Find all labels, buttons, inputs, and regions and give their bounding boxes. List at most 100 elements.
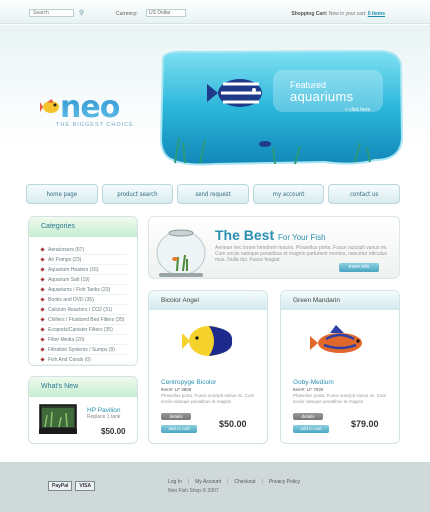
cart-label: Shopping Cart: xyxy=(291,11,328,17)
category-item[interactable]: Aquariums / Fish Tanks (23) xyxy=(40,285,127,295)
bullet-icon xyxy=(40,347,45,352)
logo-word: neo xyxy=(60,90,120,125)
category-list: Aeratorsers (67) Air Pumps (23) Aquarium… xyxy=(29,237,137,365)
category-item[interactable]: Air Pumps (23) xyxy=(40,255,127,265)
nav-product-search[interactable]: product search xyxy=(101,184,174,204)
fishbowl-image xyxy=(156,229,206,277)
payment-logos: PayPal VISA xyxy=(48,481,114,491)
whats-new-box: What's New HP Pavilion Replace 1 tank $5… xyxy=(28,376,138,444)
category-item[interactable]: Calcium Reactors / CO2 (31) xyxy=(40,305,127,315)
bullet-icon xyxy=(40,317,45,322)
product-category: Green Mandarin xyxy=(281,291,399,310)
category-item[interactable]: Aquarium Heaters (16) xyxy=(40,265,127,275)
bullet-icon xyxy=(40,327,45,332)
logo-fish-icon xyxy=(40,99,59,113)
bullet-icon xyxy=(40,357,45,362)
footer: PayPal VISA Log In | My Account | Checkout… xyxy=(0,462,430,512)
product-category: Bicolor Angel xyxy=(149,291,267,310)
bicolor-angel-image[interactable] xyxy=(164,321,254,361)
category-item[interactable]: Aeratorsers (67) xyxy=(40,245,127,255)
category-item[interactable]: Books and DVD (35) xyxy=(40,295,127,305)
category-label: Filter Media (20) xyxy=(48,336,85,343)
footer-link-my-account[interactable]: My Account xyxy=(195,479,221,485)
whats-new-product-sub: Replace 1 tank xyxy=(87,414,121,420)
category-label: Calcium Reactors / CO2 (31) xyxy=(48,306,113,313)
bullet-icon xyxy=(40,287,45,292)
category-label: Books and DVD (35) xyxy=(48,296,94,303)
cart-info: Shopping Cart: Now in your cart: 0 items xyxy=(291,11,385,17)
nav-contact-us[interactable]: contact us xyxy=(328,184,400,204)
best-text: Aenean nec lorem hendrerit mauris. Phase… xyxy=(215,245,388,263)
category-item[interactable]: Filtration Systems / Sumps (9) xyxy=(40,345,127,355)
banner-click-link[interactable]: » click here xyxy=(345,107,370,113)
whats-new-product-name[interactable]: HP Pavilion xyxy=(87,407,120,414)
category-item[interactable]: Ecopods/Canister Filters (35) xyxy=(40,325,127,335)
nav-send-request[interactable]: send request xyxy=(177,184,249,204)
footer-links: Log In | My Account | Checkout | Privacy Po… xyxy=(168,479,300,485)
search-input[interactable] xyxy=(29,9,74,17)
category-label: Fish And Corals (0) xyxy=(48,356,91,363)
footer-link-login[interactable]: Log In xyxy=(168,479,182,485)
nav-my-account[interactable]: my account xyxy=(252,184,325,204)
product-item-number: Item#: LF 7030 xyxy=(293,387,324,392)
main-nav: home page product search send request my… xyxy=(26,184,400,204)
product-price: $50.00 xyxy=(219,419,247,429)
bullet-icon xyxy=(40,257,45,262)
footer-link-privacy[interactable]: Privacy Policy xyxy=(269,479,300,485)
product-description: Phasellus porta. Fusce suscipit varius m… xyxy=(161,393,255,404)
paypal-logo: PayPal xyxy=(48,481,73,491)
category-label: Aeratorsers (67) xyxy=(48,246,85,253)
banner-title-line2: aquariums xyxy=(290,89,354,104)
category-label: Chillers / Fluidized Bed Filters (35) xyxy=(48,316,125,323)
whats-new-price: $50.00 xyxy=(101,427,126,436)
category-label: Aquarium Salt (19) xyxy=(48,276,90,283)
best-title-main: The Best xyxy=(215,227,275,243)
bullet-icon xyxy=(40,277,45,282)
aquarium-image[interactable] xyxy=(39,403,77,435)
category-item[interactable]: Aquarium Salt (19) xyxy=(40,275,127,285)
details-button[interactable]: details xyxy=(293,413,323,420)
visa-logo: VISA xyxy=(75,481,96,491)
add-to-cart-button[interactable]: add to cart xyxy=(161,425,197,433)
category-item[interactable]: Filter Media (20) xyxy=(40,335,127,345)
product-item-number: Item#: LF 3805 xyxy=(161,387,192,392)
currency-label: Currency: xyxy=(116,11,138,17)
product-name[interactable]: Goby-Medium xyxy=(293,379,334,386)
top-bar: Currency: US Dollar Shopping Cart: Now i… xyxy=(0,0,430,24)
product-card: Bicolor Angel Centropyge Bicolor Item#: … xyxy=(148,290,268,444)
bullet-icon xyxy=(40,247,45,252)
details-button[interactable]: details xyxy=(161,413,191,420)
copyright: Neo Fish Shop © 2007 xyxy=(168,488,219,494)
category-label: Filtration Systems / Sumps (9) xyxy=(48,346,115,353)
logo-tagline: THE BIGGEST CHOICE xyxy=(56,122,134,128)
bullet-icon xyxy=(40,297,45,302)
best-subtitle: For Your Fish xyxy=(278,233,326,242)
category-item[interactable]: Fish And Corals (0) xyxy=(40,355,127,365)
category-label: Aquarium Heaters (16) xyxy=(48,266,99,273)
cart-prefix: Now in your cart xyxy=(328,11,365,17)
category-label: Aquariums / Fish Tanks (23) xyxy=(48,286,111,293)
product-card: Green Mandarin Goby-Medium Item#: LF 703… xyxy=(280,290,400,444)
logo[interactable]: neo THE BIGGEST CHOICE xyxy=(40,90,160,132)
categories-title: Categories xyxy=(29,217,137,237)
category-label: Air Pumps (23) xyxy=(48,256,82,263)
bullet-icon xyxy=(40,307,45,312)
search-icon[interactable] xyxy=(78,9,85,16)
bullet-icon xyxy=(40,267,45,272)
add-to-cart-button[interactable]: add to cart xyxy=(293,425,329,433)
product-name[interactable]: Centropyge Bicolor xyxy=(161,379,216,386)
categories-box: Categories Aeratorsers (67) Air Pumps (2… xyxy=(28,216,138,366)
category-label: Ecopods/Canister Filters (35) xyxy=(48,326,113,333)
more-info-button[interactable]: more info xyxy=(339,263,379,272)
best-title: The Best For Your Fish xyxy=(215,227,326,243)
product-price: $79.00 xyxy=(351,419,379,429)
whats-new-title: What's New xyxy=(29,377,137,397)
category-item[interactable]: Chillers / Fluidized Bed Filters (35) xyxy=(40,315,127,325)
currency-select[interactable]: US Dollar xyxy=(146,9,186,17)
cart-items-link[interactable]: 0 items xyxy=(368,11,385,17)
footer-link-checkout[interactable]: Checkout xyxy=(234,479,255,485)
green-mandarin-image[interactable] xyxy=(296,321,386,361)
bullet-icon xyxy=(40,337,45,342)
nav-home[interactable]: home page xyxy=(26,184,98,204)
product-description: Phasellus porta. Fusce suscipit varius m… xyxy=(293,393,387,404)
